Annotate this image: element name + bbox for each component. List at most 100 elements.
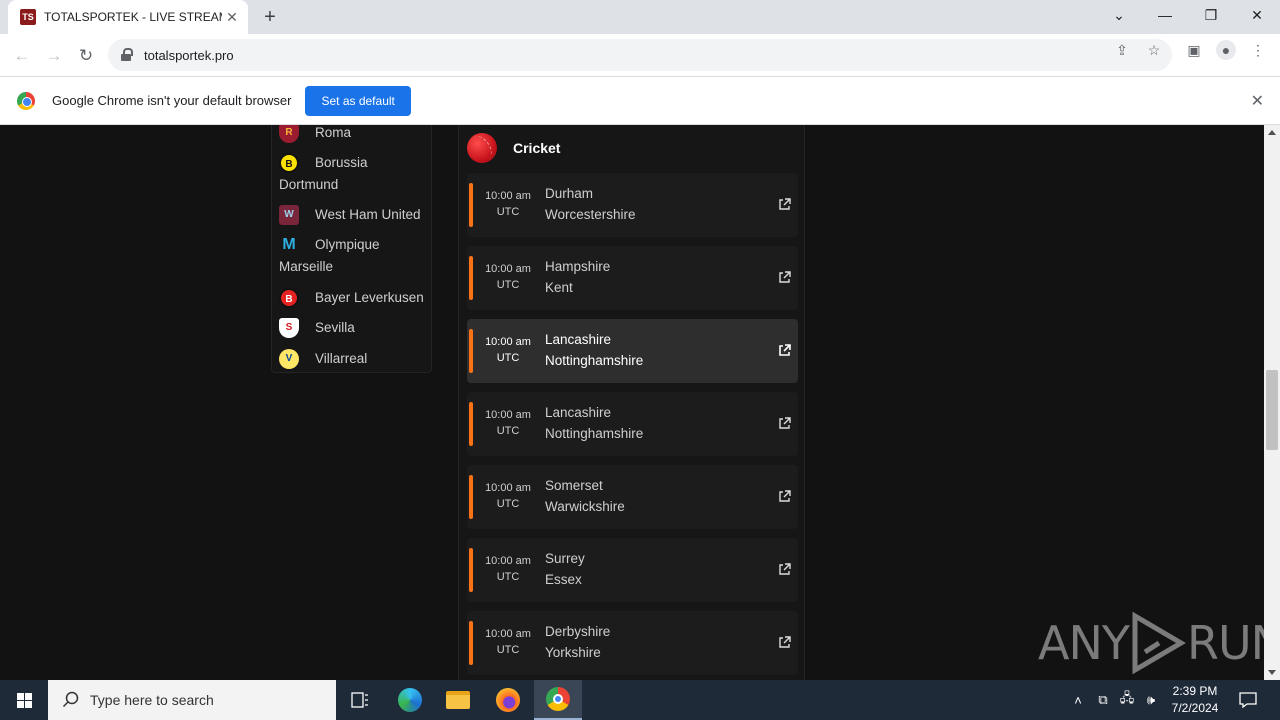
marseille-crest-icon: M bbox=[282, 236, 296, 254]
lock-icon[interactable] bbox=[120, 48, 134, 62]
volume-icon[interactable]: 🕪 bbox=[1140, 680, 1162, 720]
address-bar[interactable]: totalsportek.pro bbox=[108, 39, 1172, 71]
anyrun-watermark: ANY RUN bbox=[1038, 612, 1280, 674]
match-teams: Durham Worcestershire bbox=[545, 186, 636, 222]
clock-time: 2:39 PM bbox=[1172, 684, 1218, 698]
match-accent-bar bbox=[469, 548, 473, 592]
sevilla-crest-icon: S bbox=[279, 318, 299, 339]
tab-close-icon[interactable]: ✕ bbox=[222, 7, 242, 27]
team-name: Bayer Leverkusen bbox=[315, 290, 424, 305]
match-time: 10:00 am UTC bbox=[485, 555, 531, 583]
minimize-button[interactable]: — bbox=[1142, 0, 1188, 30]
edge-browser-icon[interactable] bbox=[386, 680, 434, 720]
play-triangle-icon bbox=[1132, 612, 1186, 674]
match-card[interactable]: 10:00 am UTC Derbyshire Yorkshire bbox=[467, 611, 798, 675]
tab-strip: TS TOTALSPORTEK - LIVE STREAMS ✕ + ⌄ — ❐… bbox=[0, 0, 1280, 34]
chrome-menu-icon[interactable]: ⋮ bbox=[1250, 42, 1266, 58]
match-teams: Lancashire Nottinghamshire bbox=[545, 332, 644, 368]
match-card[interactable]: 10:00 am UTC Hampshire Kent bbox=[467, 246, 798, 310]
scroll-thumb[interactable] bbox=[1266, 370, 1278, 450]
taskbar-clock[interactable]: 2:39 PM 7/2/2024 bbox=[1160, 683, 1230, 717]
external-link-icon[interactable] bbox=[778, 636, 791, 649]
scroll-up-arrow-icon[interactable] bbox=[1268, 130, 1276, 135]
team-list-panel: R Roma B Borussia Dortmund W West Ham Unite… bbox=[271, 125, 432, 373]
team-name: Sevilla bbox=[315, 320, 355, 335]
team-item-west-ham-united[interactable]: W West Ham United bbox=[279, 204, 429, 226]
reload-button[interactable]: ↻ bbox=[72, 42, 100, 70]
forward-button[interactable]: → bbox=[40, 42, 68, 70]
side-panel-icon[interactable]: ▣ bbox=[1186, 42, 1202, 58]
match-accent-bar bbox=[469, 475, 473, 519]
notifications-icon[interactable] bbox=[1236, 680, 1260, 720]
tab-title: TOTALSPORTEK - LIVE STREAMS bbox=[44, 10, 222, 24]
match-card[interactable]: 10:00 am UTC Durham Worcestershire bbox=[467, 173, 798, 237]
external-link-icon[interactable] bbox=[778, 344, 791, 357]
match-time: 10:00 am UTC bbox=[485, 263, 531, 291]
match-time: 10:00 am UTC bbox=[485, 336, 531, 364]
team-item-villarreal[interactable]: V Villarreal bbox=[279, 348, 429, 370]
show-hidden-icons-chevron-icon[interactable]: ˄ bbox=[1068, 680, 1088, 720]
match-time: 10:00 am UTC bbox=[485, 628, 531, 656]
external-link-icon[interactable] bbox=[778, 490, 791, 503]
back-button[interactable]: ← bbox=[8, 42, 36, 70]
match-teams: Derbyshire Yorkshire bbox=[545, 624, 611, 660]
match-time: 10:00 am UTC bbox=[485, 482, 531, 510]
firefox-icon[interactable] bbox=[484, 680, 532, 720]
close-window-button[interactable]: ✕ bbox=[1234, 0, 1280, 30]
match-card[interactable]: 10:00 am UTC Somerset Warwickshire bbox=[467, 465, 798, 529]
taskbar-search-box[interactable]: Type here to search bbox=[48, 680, 336, 720]
team-item-roma[interactable]: R Roma bbox=[279, 125, 429, 144]
clock-date: 7/2/2024 bbox=[1171, 701, 1219, 715]
team-item-sevilla[interactable]: S Sevilla bbox=[279, 317, 429, 339]
external-link-icon[interactable] bbox=[778, 417, 791, 430]
file-explorer-icon[interactable] bbox=[434, 680, 482, 720]
cricket-title: Cricket bbox=[513, 140, 561, 156]
share-icon[interactable]: ⇪ bbox=[1114, 42, 1130, 58]
match-accent-bar bbox=[469, 621, 473, 665]
search-icon bbox=[62, 691, 79, 708]
web-page: R Roma B Borussia Dortmund W West Ham Unite… bbox=[0, 125, 1264, 680]
task-view-icon[interactable] bbox=[336, 680, 384, 720]
scroll-down-arrow-icon[interactable] bbox=[1268, 670, 1276, 675]
match-card[interactable]: 10:00 am UTC Surrey Essex bbox=[467, 538, 798, 602]
search-placeholder: Type here to search bbox=[90, 692, 214, 708]
browser-tab[interactable]: TS TOTALSPORTEK - LIVE STREAMS ✕ bbox=[8, 0, 248, 34]
external-link-icon[interactable] bbox=[778, 563, 791, 576]
browser-toolbar: ← → ↻ totalsportek.pro ⇪ ☆ ▣ ● ⋮ bbox=[0, 34, 1280, 77]
team-name: Villarreal bbox=[315, 351, 368, 366]
bookmark-star-icon[interactable]: ☆ bbox=[1146, 42, 1162, 58]
leverkusen-crest-icon: B bbox=[279, 288, 299, 309]
match-accent-bar bbox=[469, 256, 473, 300]
device-icon[interactable]: ⧉ bbox=[1094, 680, 1112, 720]
new-tab-button[interactable]: + bbox=[258, 5, 282, 29]
restore-button[interactable]: ❐ bbox=[1188, 0, 1234, 30]
team-name: Roma bbox=[315, 125, 352, 140]
match-teams: Hampshire Kent bbox=[545, 259, 611, 295]
team-item-borussia-dortmund[interactable]: B Borussia Dortmund bbox=[279, 152, 429, 196]
page-scrollbar[interactable] bbox=[1264, 125, 1280, 680]
tab-search-icon[interactable]: ⌄ bbox=[1096, 0, 1142, 30]
match-accent-bar bbox=[469, 402, 473, 446]
match-teams: Lancashire Nottinghamshire bbox=[545, 405, 644, 441]
network-icon[interactable]: 🖧 bbox=[1116, 680, 1138, 720]
match-teams: Somerset Warwickshire bbox=[545, 478, 625, 514]
west-ham-crest-icon: W bbox=[279, 205, 299, 226]
team-item-bayer-leverkusen[interactable]: B Bayer Leverkusen bbox=[279, 287, 429, 309]
set-default-button[interactable]: Set as default bbox=[305, 85, 411, 116]
infobar-message: Google Chrome isn't your default browser bbox=[52, 93, 292, 108]
roma-crest-icon: R bbox=[279, 125, 299, 144]
external-link-icon[interactable] bbox=[778, 271, 791, 284]
url-text: totalsportek.pro bbox=[144, 47, 234, 63]
chrome-taskbar-icon[interactable] bbox=[534, 680, 582, 720]
start-button[interactable] bbox=[0, 680, 48, 720]
cricket-panel: Cricket 10:00 am UTC Durham Worcestershire… bbox=[458, 125, 805, 680]
match-time: 10:00 am UTC bbox=[485, 190, 531, 218]
match-card[interactable]: 10:00 am UTC Lancashire Nottinghamshire bbox=[467, 392, 798, 456]
infobar-close-icon[interactable]: ✕ bbox=[1251, 91, 1264, 111]
external-link-icon[interactable] bbox=[778, 198, 791, 211]
cricket-ball-icon bbox=[467, 133, 497, 163]
profile-avatar-icon[interactable]: ● bbox=[1216, 40, 1236, 60]
match-accent-bar bbox=[469, 183, 473, 227]
team-item-olympique-marseille[interactable]: M Olympique Marseille bbox=[279, 234, 429, 278]
match-card-hovered[interactable]: 10:00 am UTC Lancashire Nottinghamshire bbox=[467, 319, 798, 383]
